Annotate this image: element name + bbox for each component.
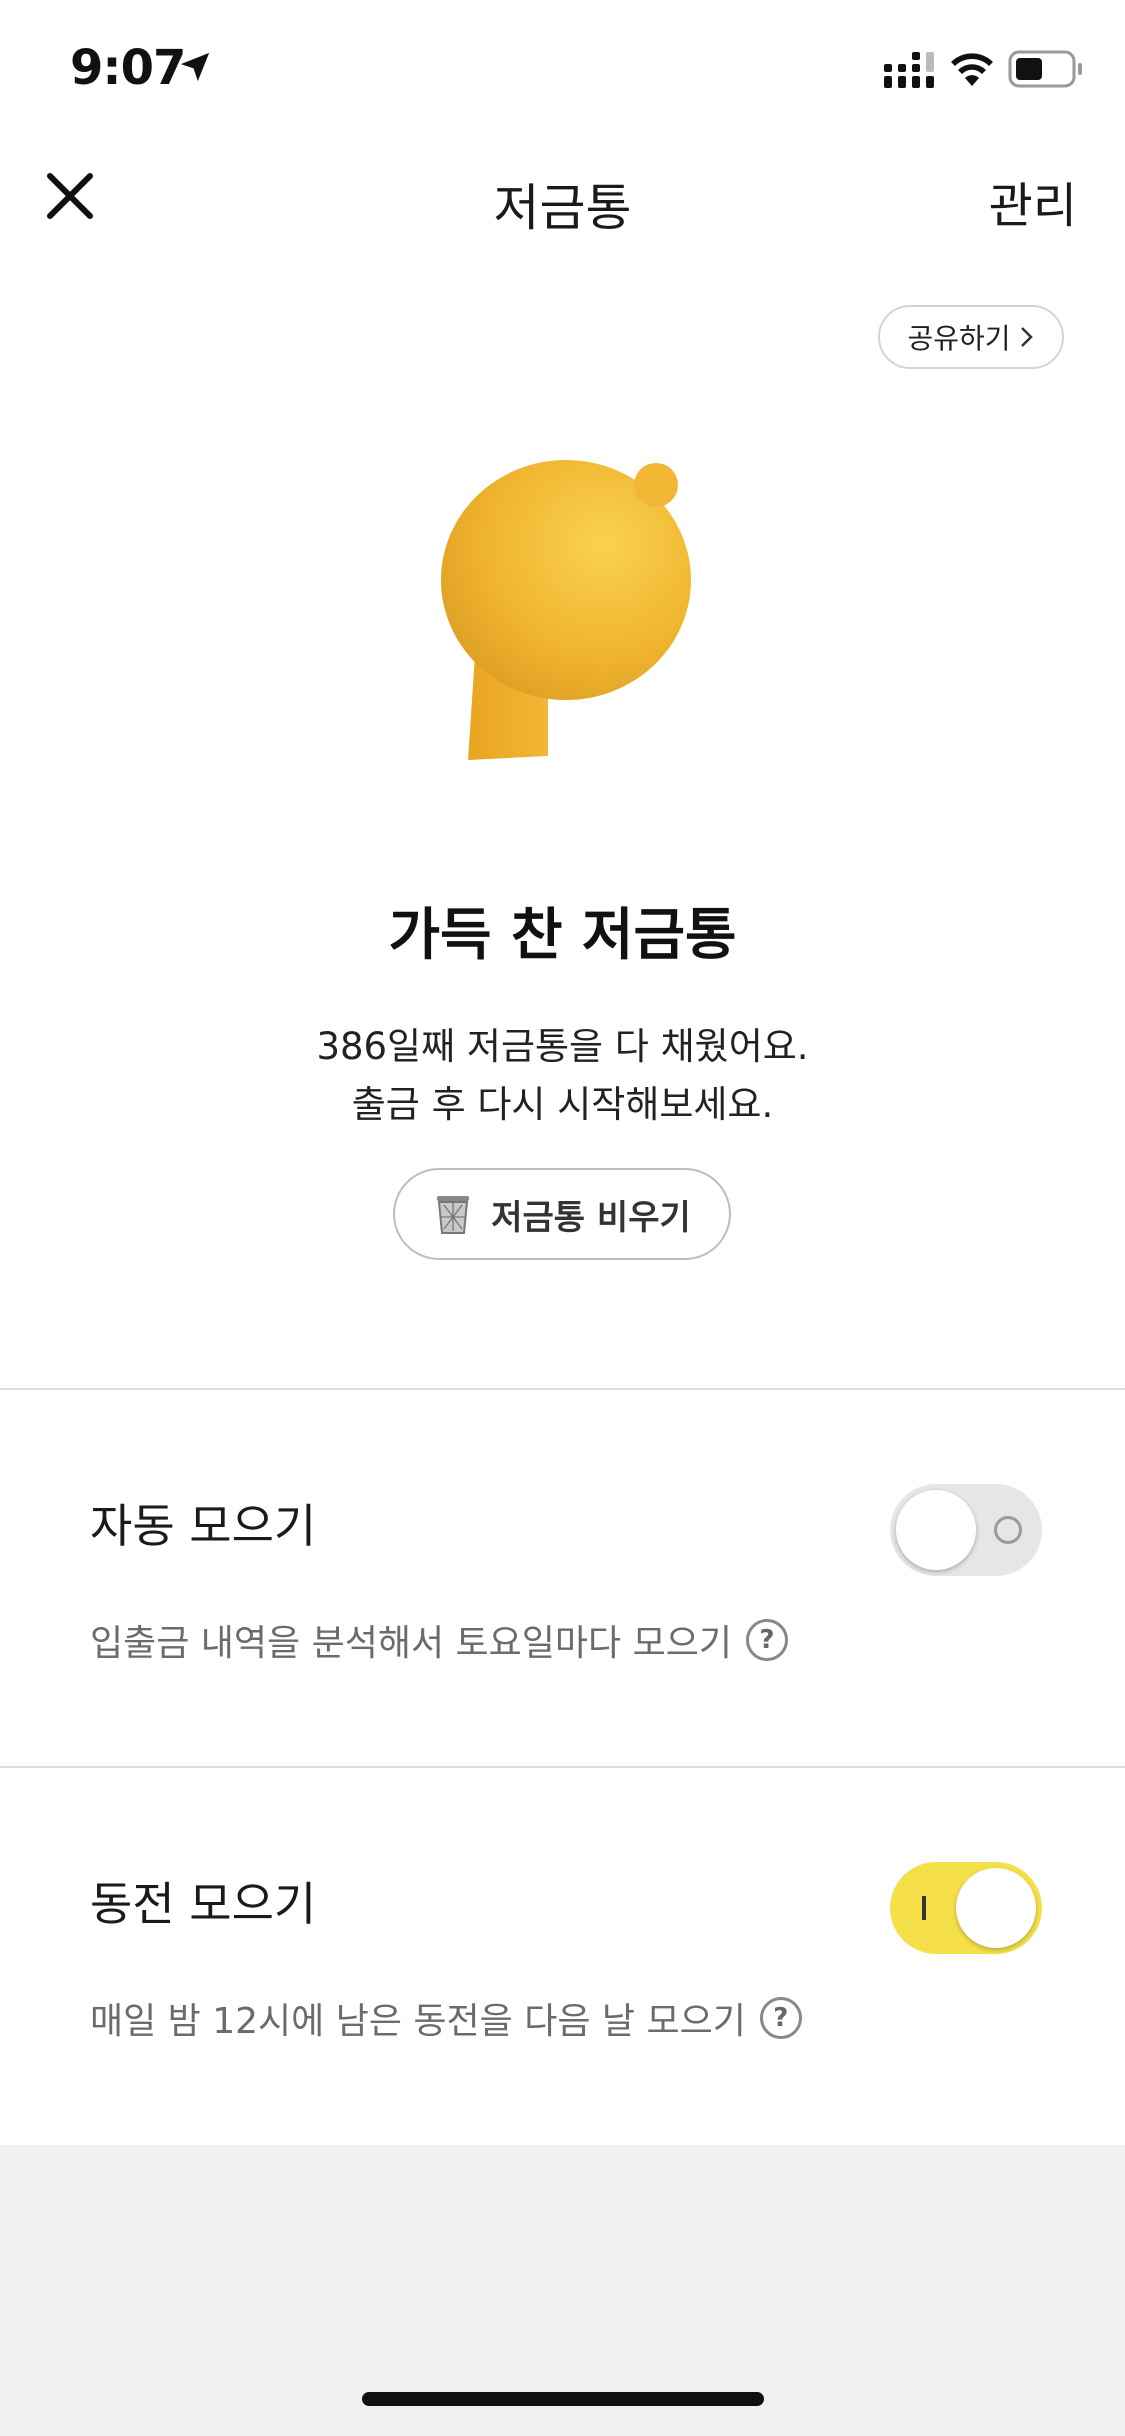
location-arrow-icon [180,52,210,82]
chevron-right-icon [1020,327,1033,347]
battery-icon [1008,50,1082,88]
hero-description: 386일째 저금통을 다 채웠어요. 출금 후 다시 시작해보세요. [0,1018,1125,1134]
toggle-knob [896,1490,976,1570]
auto-save-title: 자동 모으기 [90,1499,317,1553]
coin-save-description: 매일 밤 12시에 남은 동전을 다음 날 모으기 [90,2001,746,2042]
section-divider [0,1766,1125,1768]
coin-save-description-row: 매일 밤 12시에 남은 동전을 다음 날 모으기 ? [90,1992,802,2044]
share-button[interactable]: 공유하기 [878,305,1064,369]
trash-bin-icon [437,1196,470,1234]
home-indicator[interactable] [362,2392,764,2406]
piggy-bank-character-illustration [441,460,691,760]
status-bar: 9:07 [0,0,1125,135]
wifi-icon [951,53,993,86]
status-time: 9:07 [70,40,186,96]
cellular-signal-icon [884,52,934,88]
page-title: 저금통 [493,179,632,237]
hero-title: 가득 찬 저금통 [388,903,737,968]
coin-save-toggle[interactable] [890,1862,1042,1954]
piggy-bank-screen: 9:07 저금통 관리 공유하기 가득 찬 저금통 386일째 저금통을 다 채… [0,0,1125,2436]
toggle-on-mark [922,1896,926,1920]
auto-save-toggle[interactable] [890,1484,1042,1576]
empty-piggy-bank-button[interactable]: 저금통 비우기 [393,1168,731,1260]
empty-piggy-bank-label: 저금통 비우기 [491,1197,691,1238]
section-divider [0,1388,1125,1390]
nav-bar: 저금통 관리 [0,140,1125,255]
help-icon[interactable]: ? [745,1619,788,1661]
share-button-label: 공유하기 [907,322,1011,355]
toggle-off-mark [994,1516,1022,1544]
auto-save-description-row: 입출금 내역을 분석해서 토요일마다 모으기 ? [90,1614,788,1666]
auto-save-description: 입출금 내역을 분석해서 토요일마다 모으기 [90,1623,732,1664]
help-icon[interactable]: ? [759,1997,802,2039]
manage-button[interactable]: 관리 [989,166,1077,236]
toggle-knob [956,1868,1036,1948]
hero-description-line1: 386일째 저금통을 다 채웠어요. [316,1025,809,1068]
hero-description-line2: 출금 후 다시 시작해보세요. [351,1083,774,1126]
coin-save-title: 동전 모으기 [90,1877,317,1931]
